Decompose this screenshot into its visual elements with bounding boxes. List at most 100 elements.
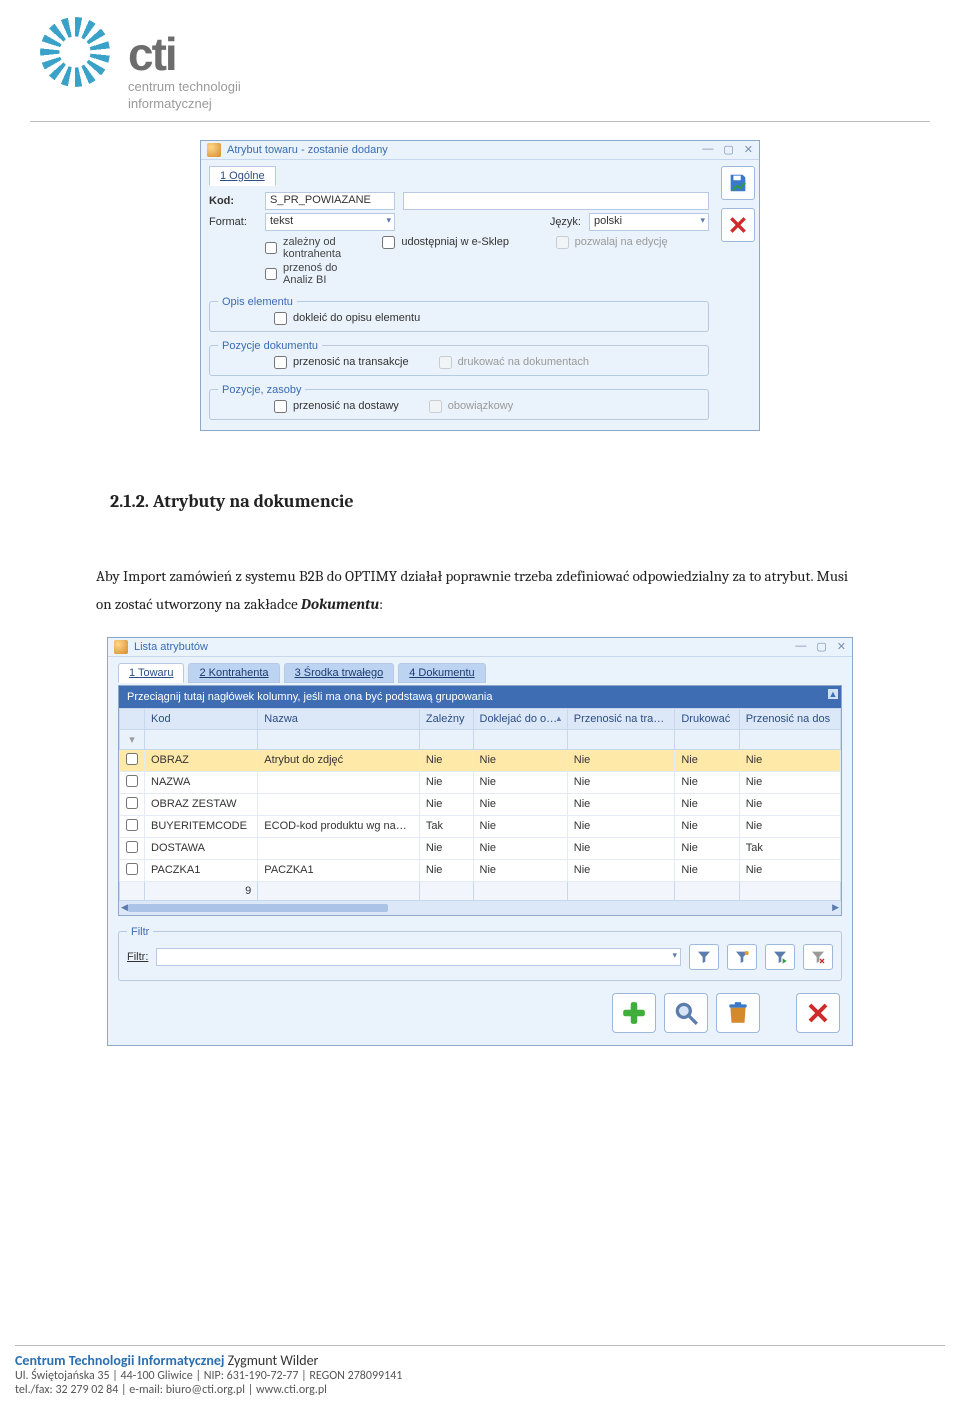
legend-pozdoc: Pozycje dokumentu <box>218 340 322 352</box>
cell-przenosic-tra: Nie <box>567 815 675 837</box>
para-t2: : <box>379 595 383 613</box>
dlg1-titlebar[interactable]: Atrybut towaru - zostanie dodany — ▢ ✕ <box>201 141 759 160</box>
cell-kod: DOSTAWA <box>145 837 258 859</box>
scroll-right-icon[interactable]: ▶ <box>832 902 839 913</box>
tab-towaru[interactable]: 1 Towaru <box>118 663 184 683</box>
grid-group-zone[interactable]: Przeciągnij tutaj nagłówek kolumny, jeśl… <box>119 686 841 708</box>
tab-dokumentu[interactable]: 4 Dokumentu <box>398 663 485 683</box>
col-przenosic-dos[interactable]: Przenosić na dos <box>739 708 840 729</box>
close-icon[interactable]: ✕ <box>744 143 753 156</box>
group-pozycje-dokumentu: Pozycje dokumentu przenosić na transakcj… <box>209 340 709 376</box>
table-row[interactable]: BUYERITEMCODEECOD-kod produktu wg na…Tak… <box>120 815 841 837</box>
chk-obowiazkowy <box>429 400 442 413</box>
dlg2-title: Lista atrybutów <box>134 641 208 653</box>
row-checkbox[interactable] <box>120 771 145 793</box>
cell-kod: BUYERITEMCODE <box>145 815 258 837</box>
filter-funnel-icon[interactable]: ▾ <box>120 729 145 749</box>
minimize-icon[interactable]: — <box>702 143 713 156</box>
minimize-icon[interactable]: — <box>795 640 806 653</box>
cancel-button[interactable] <box>721 208 755 242</box>
window-icon <box>207 143 221 157</box>
table-row[interactable]: OBRAZAtrybut do zdjęćNieNieNieNieNie <box>120 749 841 771</box>
dlg2-titlebar[interactable]: Lista atrybutów — ▢ ✕ <box>108 638 852 657</box>
table-row[interactable]: DOSTAWANieNieNieNieTak <box>120 837 841 859</box>
cell-przenosic-tra: Nie <box>567 859 675 881</box>
row-checkbox[interactable] <box>120 837 145 859</box>
chk-pozwalaj-label: pozwalaj na edycję <box>575 236 668 248</box>
col-przenosic-tra[interactable]: Przenosić na tra… <box>567 708 675 729</box>
cell-drukowac: Nie <box>675 837 739 859</box>
chk-przenosic-trans[interactable] <box>274 356 287 369</box>
save-button[interactable] <box>721 166 755 200</box>
row-checkbox[interactable] <box>120 749 145 771</box>
combo-format[interactable]: tekst <box>265 213 395 231</box>
grid-filter-row[interactable]: ▾ <box>120 729 841 749</box>
col-zalezny[interactable]: Zależny <box>419 708 473 729</box>
chk-przenos-bi[interactable] <box>265 268 277 280</box>
footer-line-3: tel./fax: 32 279 02 84 | e-mail: biuro@c… <box>15 1383 945 1397</box>
grid-horizontal-scrollbar[interactable]: ◀ ▶ <box>119 901 841 915</box>
page-footer: Centrum Technologii Informatycznej Zygmu… <box>15 1345 945 1397</box>
view-button[interactable] <box>664 993 708 1033</box>
cell-przenosic-dos: Nie <box>739 771 840 793</box>
chk-przenosic-dost-label: przenosić na dostawy <box>293 400 399 412</box>
window-icon <box>114 640 128 654</box>
col-drukowac[interactable]: Drukować <box>675 708 739 729</box>
tab-ogolne[interactable]: 1 Ogólne <box>209 166 276 186</box>
cell-nazwa <box>258 793 420 815</box>
chk-dokleic[interactable] <box>274 312 287 325</box>
label-format: Format: <box>209 216 257 228</box>
tab-dokumentu-label: 4 Dokumentu <box>409 667 474 679</box>
label-jezyk: Język: <box>550 216 581 228</box>
delete-button[interactable] <box>716 993 760 1033</box>
cell-przenosic-dos: Nie <box>739 859 840 881</box>
scroll-left-icon[interactable]: ◀ <box>121 902 128 913</box>
cell-zalezny: Nie <box>419 793 473 815</box>
filter-builder-button[interactable] <box>727 944 757 970</box>
chk-przenosic-trans-label: przenosić na transakcje <box>293 356 409 368</box>
maximize-icon[interactable]: ▢ <box>723 143 733 156</box>
para-em: Dokumentu <box>301 595 379 613</box>
grid-footer-row: 9 <box>120 881 841 900</box>
chk-zalezny[interactable] <box>265 242 277 254</box>
tab-srodka[interactable]: 3 Środka trwałego <box>284 663 395 683</box>
cell-kod: PACZKA1 <box>145 859 258 881</box>
cell-drukowac: Nie <box>675 793 739 815</box>
input-kod[interactable]: S_PR_POWIAZANE <box>265 192 395 210</box>
attributes-grid: Kod Nazwa Zależny Doklejać do o… Przenos… <box>119 708 841 901</box>
label-kod: Kod: <box>209 195 257 207</box>
cell-kod: OBRAZ <box>145 749 258 771</box>
scroll-up-icon[interactable]: ▲ <box>828 689 838 699</box>
cell-zalezny: Nie <box>419 749 473 771</box>
input-kod-extra[interactable] <box>403 192 709 210</box>
cell-zalezny: Nie <box>419 837 473 859</box>
table-row[interactable]: NAZWANieNieNieNieNie <box>120 771 841 793</box>
col-select-all[interactable] <box>120 708 145 729</box>
row-checkbox[interactable] <box>120 859 145 881</box>
chk-przenosic-dost[interactable] <box>274 400 287 413</box>
filter-run-button[interactable] <box>765 944 795 970</box>
dlg-atrybut-towaru: Atrybut towaru - zostanie dodany — ▢ ✕ 1… <box>200 140 760 431</box>
scroll-thumb[interactable] <box>128 904 388 912</box>
col-nazwa[interactable]: Nazwa <box>258 708 420 729</box>
filter-apply-button[interactable] <box>689 944 719 970</box>
table-row[interactable]: PACZKA1PACZKA1NieNieNieNieNie <box>120 859 841 881</box>
dlg-lista-atrybutow: Lista atrybutów — ▢ ✕ 1 Towaru 2 Kontrah… <box>107 637 853 1046</box>
page-header: cti centrum technologii informatycznej <box>0 0 960 113</box>
combo-filtr[interactable] <box>156 948 681 966</box>
cti-logo-text: cti centrum technologii informatycznej <box>128 10 241 113</box>
chk-udostepniaj[interactable] <box>382 236 395 249</box>
row-checkbox[interactable] <box>120 815 145 837</box>
filter-clear-button[interactable] <box>803 944 833 970</box>
col-doklejac[interactable]: Doklejać do o… <box>473 708 567 729</box>
combo-jezyk[interactable]: polski <box>589 213 709 231</box>
table-row[interactable]: OBRAZ ZESTAWNieNieNieNieNie <box>120 793 841 815</box>
maximize-icon[interactable]: ▢ <box>816 640 826 653</box>
cell-przenosic-dos: Nie <box>739 793 840 815</box>
row-checkbox[interactable] <box>120 793 145 815</box>
close-button[interactable] <box>796 993 840 1033</box>
tab-kontrahenta[interactable]: 2 Kontrahenta <box>188 663 279 683</box>
add-button[interactable] <box>612 993 656 1033</box>
col-kod[interactable]: Kod <box>145 708 258 729</box>
close-icon[interactable]: ✕ <box>837 640 846 653</box>
